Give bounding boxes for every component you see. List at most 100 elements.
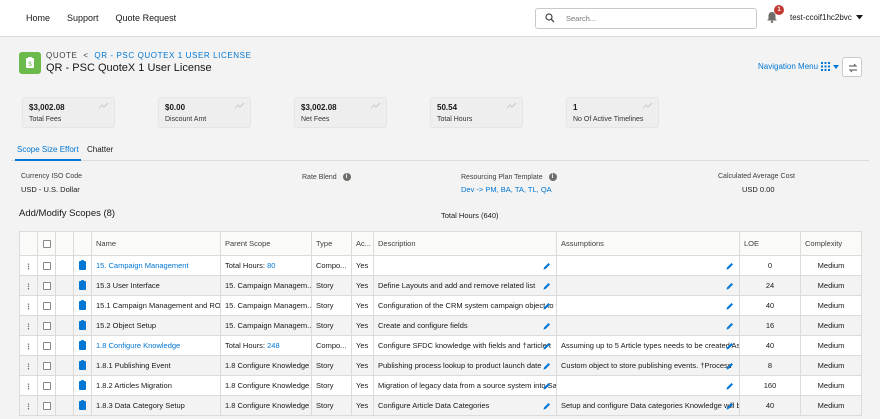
pencil-icon[interactable]	[726, 282, 734, 290]
type-cell: Story	[311, 375, 352, 396]
column-header-active[interactable]: Ac...	[351, 231, 374, 256]
card-total-hours: 50.54 Total Hours	[430, 97, 523, 128]
row-checkbox[interactable]	[42, 342, 51, 350]
pencil-icon[interactable]	[543, 382, 551, 390]
assumptions-cell[interactable]	[556, 375, 740, 396]
pencil-icon[interactable]	[726, 382, 734, 390]
column-header-complexity[interactable]: Complexity	[800, 231, 862, 256]
description-text: Define Layouts and add and remove relate…	[378, 281, 536, 290]
pencil-icon[interactable]	[726, 362, 734, 370]
pencil-icon[interactable]	[543, 362, 551, 370]
column-header-parent-scope[interactable]: Parent Scope	[220, 231, 312, 256]
row-checkbox[interactable]	[42, 402, 51, 410]
clipboard-icon[interactable]	[79, 320, 86, 331]
tab-chatter[interactable]: Chatter	[87, 145, 113, 154]
assumptions-cell[interactable]: Setup and configure Data categories Know…	[556, 395, 740, 416]
row-checkbox[interactable]	[42, 282, 51, 290]
description-cell[interactable]: Configure Article Data Categories	[373, 395, 557, 416]
parent-hours-link[interactable]: 248	[267, 341, 280, 350]
loe-cell: 8	[739, 355, 801, 376]
pencil-icon[interactable]	[726, 302, 734, 310]
nav-link-quote-request[interactable]: Quote Request	[116, 13, 177, 23]
breadcrumb-link[interactable]: QR - PSC QUOTEX 1 USER LICENSE	[94, 51, 251, 60]
parent-hours-link[interactable]: 80	[267, 261, 275, 270]
row-checkbox[interactable]	[42, 362, 51, 370]
assumptions-text: Custom object to store publishing events…	[561, 361, 732, 370]
column-header-description[interactable]: Description	[373, 231, 557, 256]
nav-links: Home Support Quote Request	[26, 13, 176, 23]
search-input[interactable]	[566, 12, 746, 25]
pencil-icon[interactable]	[726, 262, 734, 270]
drag-handle-icon[interactable]	[27, 402, 30, 410]
clipboard-icon[interactable]	[79, 300, 86, 311]
assumptions-text: Setup and configure Data categories Know…	[561, 401, 740, 410]
info-icon[interactable]: i	[548, 173, 557, 181]
pencil-icon[interactable]	[543, 262, 551, 270]
pencil-icon[interactable]	[726, 342, 734, 350]
drag-handle-cell	[19, 355, 38, 376]
assumptions-cell[interactable]: Assuming up to 5 Article types needs to …	[556, 335, 740, 356]
row-checkbox[interactable]	[42, 302, 51, 310]
column-header-type[interactable]: Type	[311, 231, 352, 256]
pencil-icon[interactable]	[543, 302, 551, 310]
drag-handle-icon[interactable]	[27, 342, 30, 350]
nav-link-home[interactable]: Home	[26, 13, 50, 23]
resourcing-plan-link[interactable]: Dev -> PM, BA, TA, TL, QA	[461, 185, 552, 194]
drag-handle-cell	[19, 315, 38, 336]
description-cell[interactable]: Publishing process lookup to product lau…	[373, 355, 557, 376]
clipboard-icon[interactable]	[79, 340, 86, 351]
search-box[interactable]	[535, 8, 757, 29]
type-cell: Story	[311, 295, 352, 316]
clipboard-icon[interactable]	[79, 380, 86, 391]
refresh-button[interactable]	[842, 57, 862, 77]
clipboard-icon[interactable]	[79, 360, 86, 371]
drag-handle-icon[interactable]	[27, 302, 30, 310]
pencil-icon[interactable]	[543, 342, 551, 350]
row-checkbox[interactable]	[42, 262, 51, 270]
assumptions-cell[interactable]	[556, 295, 740, 316]
select-all-checkbox[interactable]	[42, 240, 51, 248]
active-cell: Yes	[351, 335, 374, 356]
table-row: 1.8.2 Articles Migration 1.8 Configure K…	[19, 375, 862, 396]
row-checkbox[interactable]	[42, 382, 51, 390]
clipboard-icon[interactable]	[79, 400, 86, 411]
column-header-name[interactable]: Name	[91, 231, 221, 256]
scope-name[interactable]: 15. Campaign Management	[96, 261, 189, 270]
description-cell[interactable]: Migration of legacy data from a source s…	[373, 375, 557, 396]
row-checkbox[interactable]	[42, 322, 51, 330]
drag-handle-icon[interactable]	[27, 282, 30, 290]
assumptions-cell[interactable]	[556, 255, 740, 276]
column-header-assumptions[interactable]: Assumptions	[556, 231, 740, 256]
info-icon[interactable]: i	[342, 173, 351, 181]
description-cell[interactable]: Define Layouts and add and remove relate…	[373, 275, 557, 296]
drag-handle-icon[interactable]	[27, 262, 30, 270]
clipboard-icon[interactable]	[79, 260, 86, 271]
pencil-icon[interactable]	[543, 282, 551, 290]
parent-scope-cell: 15. Campaign Managem...	[220, 275, 312, 296]
pencil-icon[interactable]	[543, 402, 551, 410]
assumptions-cell[interactable]: Custom object to store publishing events…	[556, 355, 740, 376]
pencil-icon[interactable]	[726, 402, 734, 410]
scope-name-cell: 1.8.3 Data Category Setup	[91, 395, 221, 416]
navigation-menu-button[interactable]: Navigation Menu	[758, 62, 840, 71]
assumptions-cell[interactable]	[556, 275, 740, 296]
column-header-loe[interactable]: LOE	[739, 231, 801, 256]
drag-handle-icon[interactable]	[27, 382, 30, 390]
parent-scope-cell: 1.8 Configure Knowledge	[220, 355, 312, 376]
pencil-icon[interactable]	[726, 322, 734, 330]
nav-link-support[interactable]: Support	[67, 13, 99, 23]
scope-name[interactable]: 1.8 Configure Knowledge	[96, 341, 180, 350]
description-cell[interactable]	[373, 255, 557, 276]
notifications-button[interactable]: 1	[766, 5, 784, 25]
description-cell[interactable]: Create and configure fields	[373, 315, 557, 336]
parent-scope: 15. Campaign Managem...	[225, 281, 312, 290]
drag-handle-icon[interactable]	[27, 362, 30, 370]
pencil-icon[interactable]	[543, 322, 551, 330]
assumptions-cell[interactable]	[556, 315, 740, 336]
user-menu[interactable]: test-ccoif1hc2bvc	[790, 13, 863, 22]
tab-scope-size-effort[interactable]: Scope Size Effort	[17, 145, 79, 154]
drag-handle-icon[interactable]	[27, 322, 30, 330]
description-cell[interactable]: Configuration of the CRM system campaign…	[373, 295, 557, 316]
clipboard-icon[interactable]	[79, 280, 86, 291]
description-cell[interactable]: Configure SFDC knowledge with fields and…	[373, 335, 557, 356]
